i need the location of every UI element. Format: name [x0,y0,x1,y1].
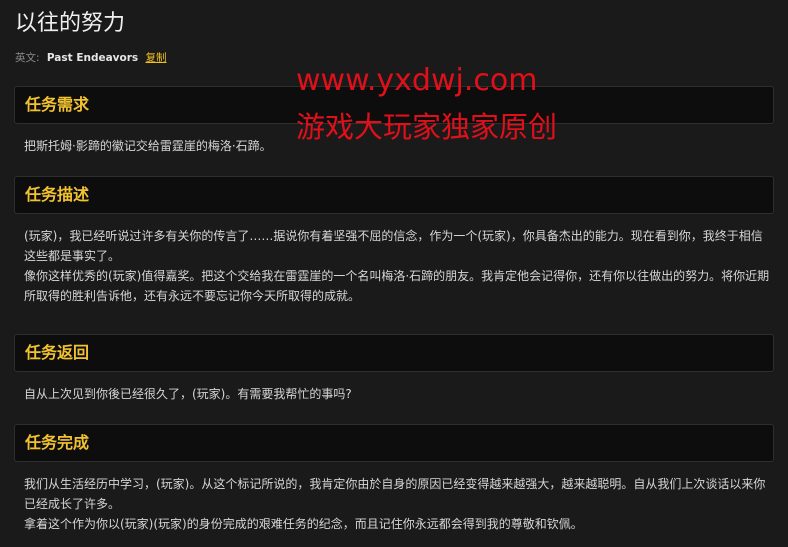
section-header-completion: 任务完成 [14,424,774,462]
section-paragraph: 我们从生活经历中学习，(玩家)。从这个标记所说的，我肯定你由於自身的原因已经变得… [24,477,766,511]
section-heading: 任务需求 [25,95,90,114]
section-body-completion: 我们从生活经历中学习，(玩家)。从这个标记所说的，我肯定你由於自身的原因已经变得… [24,474,772,534]
section-paragraph: (玩家)，我已经听说过许多有关你的传言了……据说你有着坚强不屈的信念，作为一个(… [24,229,763,263]
english-label: 英文: [15,52,40,64]
section-heading: 任务返回 [25,343,90,362]
section-paragraph: 把斯托姆·影蹄的徽记交给雷霆崖的梅洛·石蹄。 [24,139,272,153]
section-body-description: (玩家)，我已经听说过许多有关你的传言了……据说你有着坚强不屈的信念，作为一个(… [24,226,772,306]
section-body-requirement: 把斯托姆·影蹄的徽记交给雷霆崖的梅洛·石蹄。 [24,136,772,156]
section-heading: 任务完成 [25,433,90,452]
section-body-return: 自从上次见到你後已经很久了，(玩家)。有需要我帮忙的事吗? [24,384,772,404]
section-heading: 任务描述 [25,185,90,204]
quest-page: 以往的努力 英文: Past Endeavors 复制 任务需求 把斯托姆·影蹄… [0,0,788,547]
section-header-return: 任务返回 [14,334,774,372]
section-paragraph: 自从上次见到你後已经很久了，(玩家)。有需要我帮忙的事吗? [24,387,352,401]
section-paragraph: 拿着这个作为你以(玩家)(玩家)的身份完成的艰难任务的纪念，而且记住你永远都会得… [24,517,583,531]
page-title: 以往的努力 [15,11,126,36]
copy-link[interactable]: 复制 [146,52,167,64]
english-name-line: 英文: Past Endeavors 复制 [15,51,167,65]
section-paragraph: 像你这样优秀的(玩家)值得嘉奖。把这个交给我在雷霆崖的一个名叫梅洛·石蹄的朋友。… [24,269,770,303]
english-name: Past Endeavors [46,52,139,64]
section-header-description: 任务描述 [14,176,774,214]
section-header-requirement: 任务需求 [14,86,774,124]
